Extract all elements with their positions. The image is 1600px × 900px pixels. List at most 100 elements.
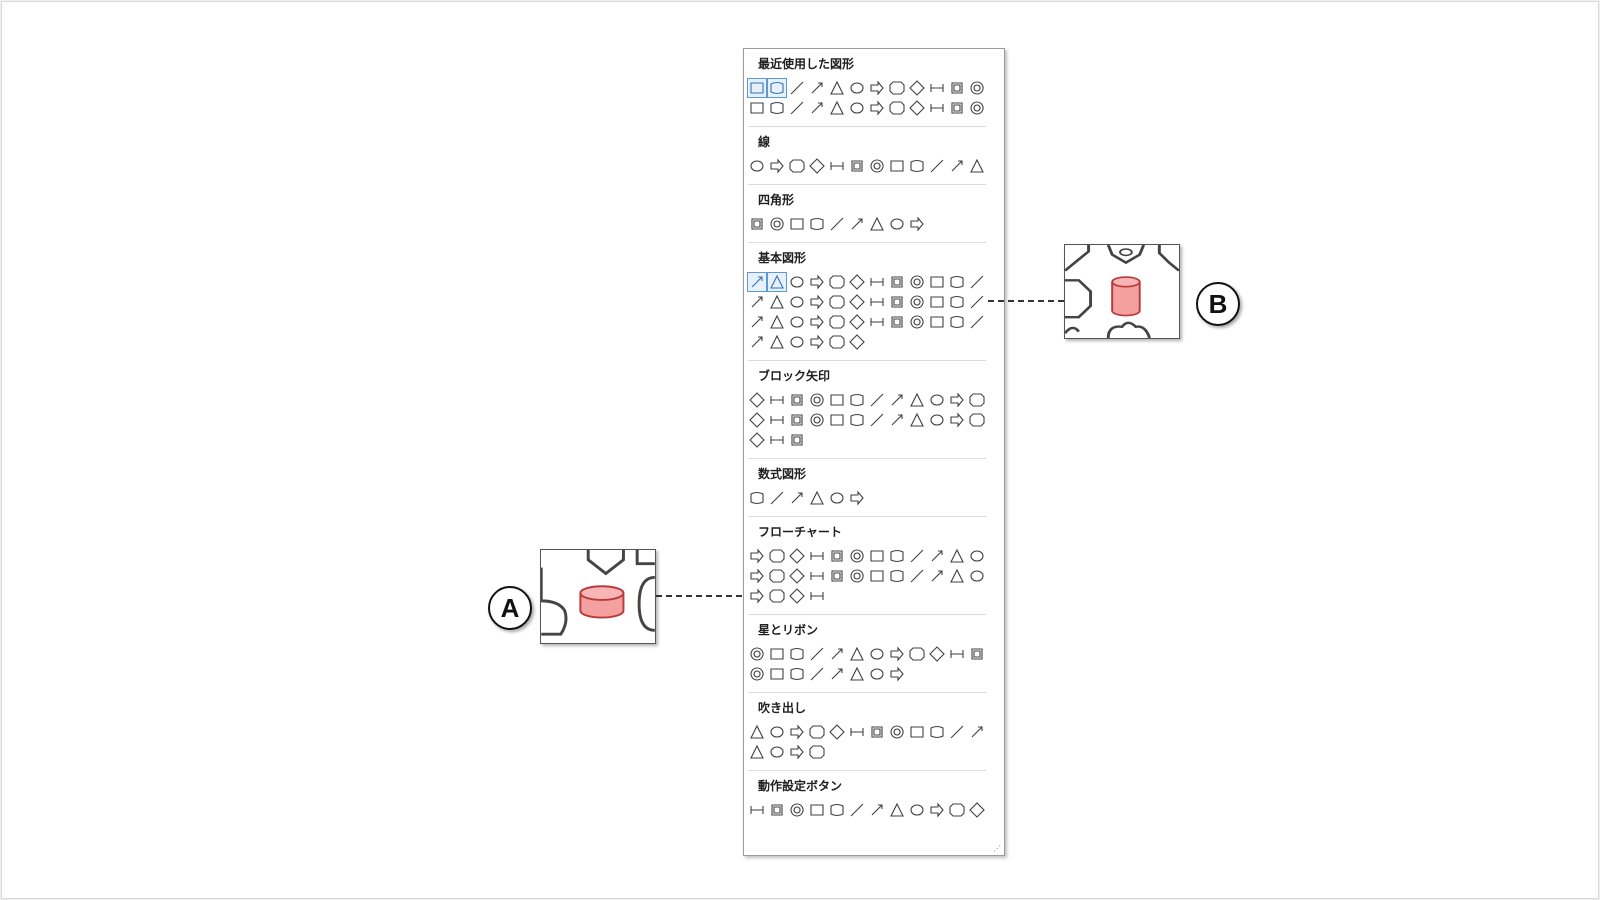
shape-icon[interactable] — [948, 567, 966, 585]
shape-icon[interactable] — [868, 273, 886, 291]
shape-icon[interactable] — [968, 273, 986, 291]
shape-icon[interactable] — [788, 391, 806, 409]
shape-icon[interactable] — [908, 391, 926, 409]
shape-icon[interactable] — [888, 99, 906, 117]
shape-icon[interactable] — [768, 547, 786, 565]
shape-icon[interactable] — [828, 547, 846, 565]
shape-icon[interactable] — [808, 645, 826, 663]
shape-icon[interactable] — [808, 333, 826, 351]
shape-icon[interactable] — [868, 567, 886, 585]
shape-icon[interactable] — [748, 547, 766, 565]
shape-icon[interactable] — [748, 99, 766, 117]
shape-icon[interactable] — [808, 79, 826, 97]
shape-icon[interactable] — [808, 801, 826, 819]
shape-icon[interactable] — [888, 665, 906, 683]
shape-icon[interactable] — [848, 313, 866, 331]
shape-icon[interactable] — [768, 313, 786, 331]
shape-icon[interactable] — [768, 411, 786, 429]
shape-icon[interactable] — [788, 587, 806, 605]
shape-icon[interactable] — [968, 157, 986, 175]
shape-icon[interactable] — [848, 157, 866, 175]
shape-icon[interactable] — [748, 293, 766, 311]
shape-icon[interactable] — [948, 391, 966, 409]
shape-icon[interactable] — [828, 79, 846, 97]
shape-icon[interactable] — [928, 645, 946, 663]
shape-icon[interactable] — [848, 215, 866, 233]
shape-icon[interactable] — [888, 157, 906, 175]
shape-icon[interactable] — [808, 391, 826, 409]
shape-icon[interactable] — [808, 723, 826, 741]
shape-icon[interactable] — [968, 391, 986, 409]
shape-icon[interactable] — [788, 567, 806, 585]
shape-icon[interactable] — [768, 489, 786, 507]
shape-icon[interactable] — [828, 489, 846, 507]
shape-icon[interactable] — [868, 79, 886, 97]
shape-icon[interactable] — [968, 547, 986, 565]
shape-icon[interactable] — [788, 743, 806, 761]
shape-icon[interactable] — [748, 645, 766, 663]
shape-icon[interactable] — [908, 567, 926, 585]
shape-icon[interactable] — [868, 391, 886, 409]
shape-icon[interactable] — [788, 489, 806, 507]
shape-icon[interactable] — [848, 411, 866, 429]
shape-icon[interactable] — [808, 665, 826, 683]
shape-icon[interactable] — [868, 645, 886, 663]
shape-icon[interactable] — [747, 272, 767, 292]
shape-icon[interactable] — [808, 743, 826, 761]
shape-icon[interactable] — [848, 293, 866, 311]
shape-icon[interactable] — [788, 99, 806, 117]
shape-icon[interactable] — [788, 215, 806, 233]
shape-icon[interactable] — [848, 567, 866, 585]
shape-icon[interactable] — [788, 645, 806, 663]
shape-icon[interactable] — [868, 411, 886, 429]
shape-icon[interactable] — [908, 411, 926, 429]
shape-icon[interactable] — [968, 99, 986, 117]
shape-icon[interactable] — [968, 293, 986, 311]
shape-icon[interactable] — [948, 79, 966, 97]
shape-icon[interactable] — [768, 801, 786, 819]
shape-icon[interactable] — [848, 489, 866, 507]
shape-icon[interactable] — [868, 215, 886, 233]
shape-icon[interactable] — [788, 801, 806, 819]
shape-icon[interactable] — [768, 333, 786, 351]
shape-icon[interactable] — [928, 391, 946, 409]
shape-icon[interactable] — [948, 723, 966, 741]
shape-icon[interactable] — [788, 665, 806, 683]
shape-icon[interactable] — [768, 567, 786, 585]
shape-icon[interactable] — [868, 293, 886, 311]
shape-icon[interactable] — [788, 273, 806, 291]
shape-icon[interactable] — [768, 723, 786, 741]
shape-icon[interactable] — [788, 313, 806, 331]
shape-icon[interactable] — [788, 157, 806, 175]
shape-icon[interactable] — [808, 215, 826, 233]
resize-gripper[interactable]: ⋰ — [993, 844, 1001, 853]
shape-icon[interactable] — [888, 273, 906, 291]
shape-icon[interactable] — [888, 801, 906, 819]
shape-icon[interactable] — [768, 743, 786, 761]
shape-icon[interactable] — [808, 411, 826, 429]
shape-icon[interactable] — [768, 431, 786, 449]
shape-icon[interactable] — [948, 293, 966, 311]
shape-icon[interactable] — [848, 391, 866, 409]
shape-icon[interactable] — [908, 215, 926, 233]
shape-icon[interactable] — [808, 489, 826, 507]
shape-icon[interactable] — [968, 645, 986, 663]
shape-icon[interactable] — [828, 391, 846, 409]
shape-icon[interactable] — [788, 723, 806, 741]
shape-icon[interactable] — [888, 293, 906, 311]
shape-icon[interactable] — [828, 293, 846, 311]
shape-icon[interactable] — [748, 567, 766, 585]
shape-icon[interactable] — [748, 157, 766, 175]
shape-icon[interactable] — [928, 313, 946, 331]
shape-icon[interactable] — [748, 391, 766, 409]
shape-icon[interactable] — [808, 547, 826, 565]
shape-icon[interactable] — [928, 293, 946, 311]
shape-icon[interactable] — [828, 411, 846, 429]
shape-icon[interactable] — [908, 293, 926, 311]
shape-icon[interactable] — [828, 801, 846, 819]
shape-icon[interactable] — [888, 567, 906, 585]
shape-icon[interactable] — [948, 645, 966, 663]
shape-icon[interactable] — [828, 215, 846, 233]
shape-icon[interactable] — [747, 78, 767, 98]
shape-icon[interactable] — [868, 801, 886, 819]
